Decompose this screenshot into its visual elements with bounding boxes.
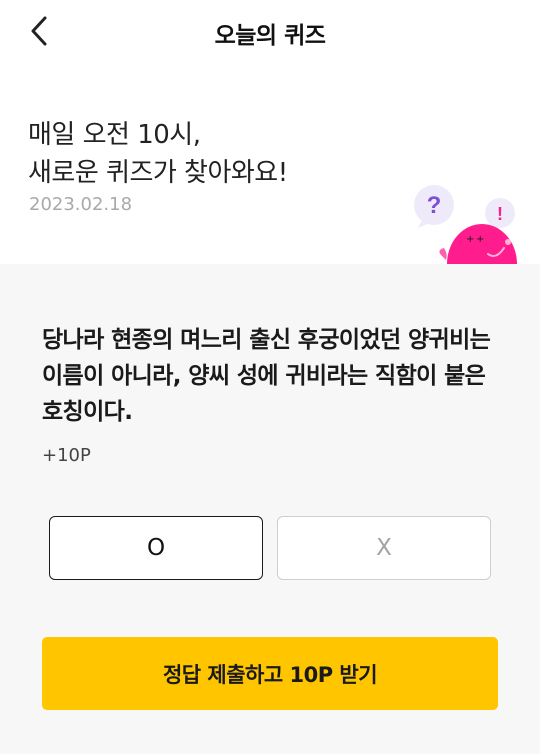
reward-points: +10P <box>42 445 91 466</box>
answer-x-button[interactable]: X <box>277 516 491 580</box>
question-mark-icon: ? <box>427 192 442 219</box>
quiz-question: 당나라 현종의 며느리 출신 후궁이었던 양귀비는 이름이 아니라, 양씨 성에… <box>42 327 491 425</box>
quiz-section: 당나라 현종의 며느리 출신 후궁이었던 양귀비는 이름이 아니라, 양씨 성에… <box>0 264 540 754</box>
page-title: 오늘의 퀴즈 <box>214 23 326 49</box>
intro-line-2: 새로운 퀴즈가 찾아와요! <box>28 158 288 188</box>
top-header: 오늘의 퀴즈 <box>0 0 540 62</box>
exclamation-icon: ! <box>497 204 503 224</box>
submit-answer-button[interactable]: 정답 제출하고 10P 받기 <box>42 637 498 710</box>
svg-text:+: + <box>466 234 474 245</box>
intro-line-1: 매일 오전 10시, <box>28 120 201 150</box>
answer-o-button[interactable]: O <box>49 516 263 580</box>
quiz-mascot-illustration: ? ! + + <box>414 185 517 264</box>
svg-text:+: + <box>476 234 484 245</box>
quiz-intro-banner: 매일 오전 10시, 새로운 퀴즈가 찾아와요! 2023.02.18 ? ! … <box>0 62 540 264</box>
quiz-date: 2023.02.18 <box>29 194 133 215</box>
